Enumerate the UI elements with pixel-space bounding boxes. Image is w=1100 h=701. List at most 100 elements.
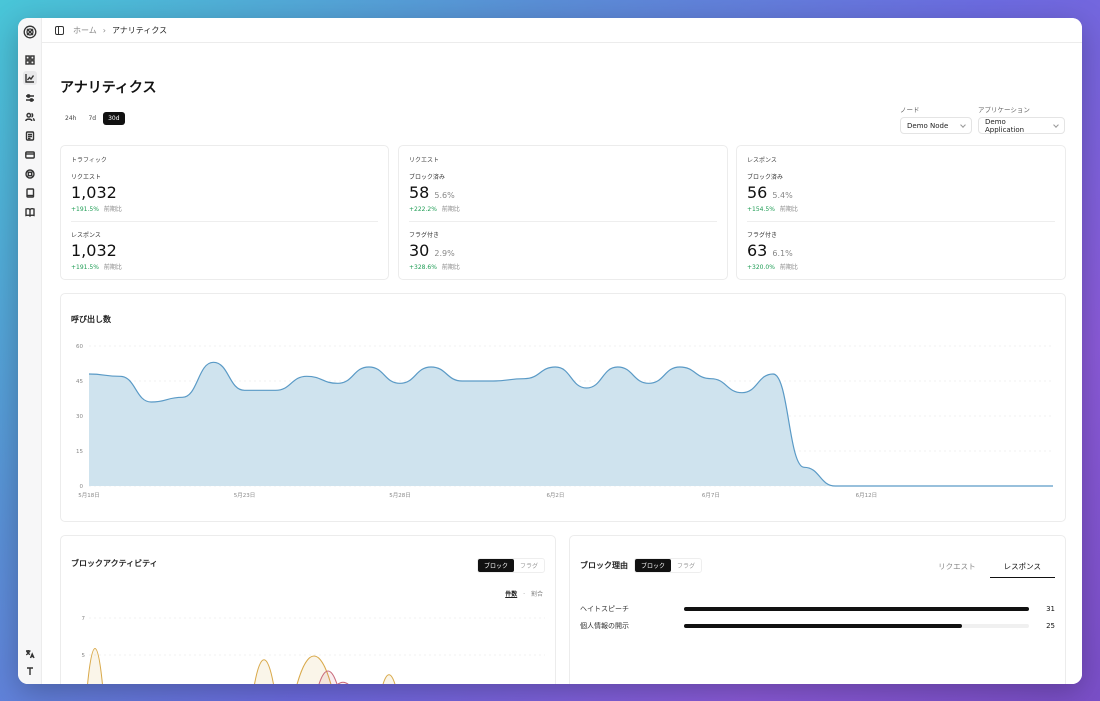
request-response-tabs: リクエスト レスポンス	[924, 556, 1055, 578]
sidebar-toggle-icon[interactable]	[55, 25, 64, 35]
billing-icon[interactable]	[24, 149, 36, 161]
metric-label: フラグ付き	[747, 232, 778, 239]
divider	[409, 221, 717, 222]
metric-responses: レスポンス 1,032 +191.5% 前期比	[71, 230, 122, 271]
node-select-value: Demo Node	[907, 121, 949, 130]
reason-label: 個人情報の開示	[580, 622, 629, 630]
range-24h[interactable]: 24h	[60, 112, 81, 125]
metric-label: ブロック済み	[409, 174, 446, 181]
node-filter-label: ノード	[900, 106, 920, 114]
y-tick-label: 5	[82, 653, 86, 659]
reason-value: 31	[1046, 605, 1055, 613]
reason-row: 個人情報の開示 25	[580, 620, 1055, 632]
metric-value: 56 5.4%	[747, 183, 793, 202]
activity-peak	[254, 659, 274, 684]
toggle-flag[interactable]: フラグ	[671, 559, 701, 572]
metric-change: +191.5% 前期比	[71, 206, 122, 213]
y-tick-label: 7	[82, 616, 86, 622]
metric-value: 58 5.6%	[409, 183, 455, 202]
block-reasons-title: ブロック理由	[580, 561, 628, 570]
metric-change: +320.0% 前期比	[747, 264, 798, 271]
metric-value: 1,032	[71, 241, 117, 260]
block-reasons-card: ブロック理由 ブロック フラグ リクエスト レスポンス ヘイトスピーチ 31 個…	[569, 535, 1066, 684]
logo-icon[interactable]	[23, 25, 37, 39]
application-select[interactable]: Demo Application	[978, 117, 1065, 134]
analytics-icon[interactable]	[23, 71, 37, 85]
dashboard-icon[interactable]	[24, 54, 36, 66]
metric-change: +154.5% 前期比	[747, 206, 798, 213]
x-tick-label: 5月28日	[389, 492, 411, 499]
y-tick-label: 60	[76, 344, 83, 350]
metric-blocked: ブロック済み 58 5.6% +222.2% 前期比	[409, 172, 460, 213]
app-window: ホーム › アナリティクス アナリティクス 24h 7d 30d ノード Dem…	[18, 18, 1082, 684]
range-30d[interactable]: 30d	[103, 112, 125, 125]
reason-value: 25	[1046, 622, 1055, 630]
y-tick-label: 15	[76, 449, 83, 455]
metric-change: +222.2% 前期比	[409, 206, 460, 213]
breadcrumb-current: アナリティクス	[111, 25, 168, 35]
time-range-selector: 24h 7d 30d	[60, 112, 125, 125]
tab-response[interactable]: レスポンス	[989, 556, 1055, 578]
card-title: トラフィック	[71, 157, 107, 164]
reason-bar	[684, 624, 1029, 628]
logs-icon[interactable]	[24, 130, 36, 142]
reason-bar	[684, 607, 1029, 611]
main-content: アナリティクス 24h 7d 30d ノード Demo Node アプリケーショ…	[42, 43, 1082, 684]
metric-label: ブロック済み	[747, 174, 784, 181]
page-title: アナリティクス	[60, 80, 157, 96]
application-filter-label: アプリケーション	[978, 106, 1030, 114]
translate-icon[interactable]	[24, 648, 36, 660]
metric-value: 30 2.9%	[409, 241, 455, 260]
metric-change: +191.5% 前期比	[71, 264, 122, 271]
y-tick-label: 45	[76, 379, 83, 385]
x-tick-label: 6月7日	[702, 492, 720, 499]
traffic-card: トラフィック リクエスト 1,032 +191.5% 前期比 レスポンス 1,03…	[60, 145, 389, 280]
help-icon[interactable]	[24, 168, 36, 180]
sliders-icon[interactable]	[24, 92, 36, 104]
tab-request[interactable]: リクエスト	[924, 556, 990, 578]
metric-change: +328.6% 前期比	[409, 264, 460, 271]
metric-requests: リクエスト 1,032 +191.5% 前期比	[71, 172, 122, 213]
theme-icon[interactable]	[24, 665, 36, 677]
metric-flagged: フラグ付き 63 6.1% +320.0% 前期比	[747, 230, 798, 271]
users-icon[interactable]	[24, 111, 36, 123]
application-select-value: Demo Application	[985, 117, 1025, 134]
metric-label: リクエスト	[71, 174, 102, 181]
divider	[71, 221, 378, 222]
top-bar: ホーム › アナリティクス	[42, 18, 1082, 43]
y-tick-label: 30	[76, 414, 83, 420]
book-icon[interactable]	[24, 187, 36, 199]
reason-block-flag-toggle: ブロック フラグ	[634, 558, 703, 573]
calls-chart: 0 15 30 45 60 5月18日 5月23日 5月28日 6月2日 6月7日 6月12日	[76, 344, 1053, 499]
application-filter: アプリケーション Demo Application	[978, 104, 1065, 134]
requests-card: リクエスト ブロック済み 58 5.6% +222.2% 前期比 フラグ付き 30 2…	[398, 145, 728, 280]
card-title: レスポンス	[747, 157, 777, 164]
reason-label: ヘイトスピーチ	[580, 605, 629, 613]
range-7d[interactable]: 7d	[83, 112, 101, 125]
metric-value: 63 6.1%	[747, 241, 793, 260]
reason-bar-fill	[684, 607, 1029, 611]
block-activity-card: ブロックアクティビティ ブロック フラグ 件数 · 割合 357	[60, 535, 556, 684]
metric-blocked: ブロック済み 56 5.4% +154.5% 前期比	[747, 172, 798, 213]
x-tick-label: 5月18日	[78, 492, 100, 499]
toggle-block[interactable]: ブロック	[635, 559, 672, 572]
y-tick-label: 0	[80, 484, 84, 490]
metric-value: 1,032	[71, 183, 117, 202]
docs-icon[interactable]	[24, 206, 36, 218]
reason-bar-fill	[684, 624, 963, 628]
x-tick-label: 5月23日	[234, 492, 256, 499]
calls-area	[89, 362, 1053, 486]
reason-row: ヘイトスピーチ 31	[580, 603, 1055, 615]
x-tick-label: 6月2日	[546, 492, 564, 499]
breadcrumb-home[interactable]: ホーム	[73, 25, 97, 36]
metric-flagged: フラグ付き 30 2.9% +328.6% 前期比	[409, 230, 460, 271]
sidebar-rail	[18, 18, 42, 684]
divider	[747, 221, 1055, 222]
chevron-down-icon	[960, 121, 966, 128]
node-select[interactable]: Demo Node	[900, 117, 972, 134]
responses-card: レスポンス ブロック済み 56 5.4% +154.5% 前期比 フラグ付き 63 6…	[736, 145, 1066, 280]
metric-label: レスポンス	[71, 232, 101, 239]
node-filter: ノード Demo Node	[900, 104, 972, 134]
metric-label: フラグ付き	[409, 232, 440, 239]
card-title: リクエスト	[409, 157, 440, 164]
